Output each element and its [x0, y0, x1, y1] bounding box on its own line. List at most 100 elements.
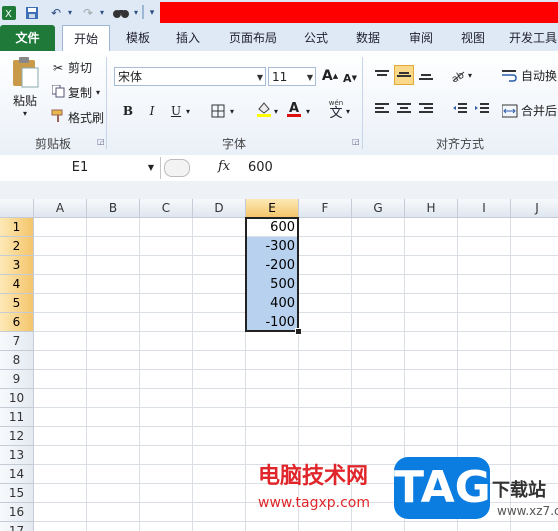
paste-dropdown-icon[interactable]: ▾ [23, 109, 27, 118]
cut-button[interactable]: ✂ 剪切 [50, 59, 92, 76]
cell-e8[interactable] [246, 351, 299, 370]
formula-input[interactable]: 600 [248, 157, 548, 179]
align-right-button[interactable] [416, 99, 436, 119]
cell-j2[interactable] [511, 237, 558, 256]
cell-h3[interactable] [405, 256, 458, 275]
cell-a4[interactable] [34, 275, 87, 294]
cell-c3[interactable] [140, 256, 193, 275]
copy-dropdown-icon[interactable]: ▾ [96, 88, 100, 97]
cell-j1[interactable] [511, 218, 558, 237]
cell-c13[interactable] [140, 446, 193, 465]
borders-dropdown-icon[interactable]: ▾ [230, 107, 234, 116]
tab-insert[interactable]: 插入 [168, 25, 208, 51]
cell-b6[interactable] [87, 313, 140, 332]
tab-view[interactable]: 视图 [453, 25, 493, 51]
clipboard-launcher-icon[interactable]: ◲ [97, 137, 105, 146]
redo-icon[interactable]: ↷ [80, 4, 96, 21]
cell-b7[interactable] [87, 332, 140, 351]
cell-i10[interactable] [458, 389, 511, 408]
cell-d4[interactable] [193, 275, 246, 294]
cell-b5[interactable] [87, 294, 140, 313]
cell-g17[interactable] [352, 522, 405, 531]
customize-qat-icon[interactable]: ▾ [147, 4, 157, 21]
cell-b1[interactable] [87, 218, 140, 237]
cell-d13[interactable] [193, 446, 246, 465]
cell-value-e1[interactable]: 600 [246, 218, 298, 237]
phonetic-button[interactable]: wén 文 [326, 97, 346, 123]
cell-c16[interactable] [140, 503, 193, 522]
increase-indent-button[interactable] [472, 99, 492, 119]
cell-c5[interactable] [140, 294, 193, 313]
wrap-text-button[interactable]: 自动换 [502, 67, 557, 84]
save-icon[interactable] [24, 4, 40, 21]
cell-c11[interactable] [140, 408, 193, 427]
cell-d2[interactable] [193, 237, 246, 256]
cell-c1[interactable] [140, 218, 193, 237]
cell-h8[interactable] [405, 351, 458, 370]
cell-b15[interactable] [87, 484, 140, 503]
cell-j5[interactable] [511, 294, 558, 313]
cell-j12[interactable] [511, 427, 558, 446]
fill-color-dropdown-icon[interactable]: ▾ [274, 107, 278, 116]
cell-d5[interactable] [193, 294, 246, 313]
cell-d15[interactable] [193, 484, 246, 503]
cell-g11[interactable] [352, 408, 405, 427]
cell-g5[interactable] [352, 294, 405, 313]
column-header-f[interactable]: F [299, 199, 352, 218]
row-header-12[interactable]: 12 [0, 427, 34, 446]
cell-i12[interactable] [458, 427, 511, 446]
align-center-button[interactable] [394, 99, 414, 119]
cell-d16[interactable] [193, 503, 246, 522]
cell-c10[interactable] [140, 389, 193, 408]
cell-e9[interactable] [246, 370, 299, 389]
cell-value-e4[interactable]: 500 [246, 275, 298, 294]
row-header-7[interactable]: 7 [0, 332, 34, 351]
cell-d14[interactable] [193, 465, 246, 484]
column-header-e[interactable]: E [246, 199, 299, 218]
underline-button[interactable]: U [166, 101, 186, 121]
cell-h11[interactable] [405, 408, 458, 427]
cell-h10[interactable] [405, 389, 458, 408]
cell-i11[interactable] [458, 408, 511, 427]
bold-button[interactable]: B [118, 101, 138, 121]
row-header-17[interactable]: 17 [0, 522, 34, 531]
cell-b11[interactable] [87, 408, 140, 427]
cell-c9[interactable] [140, 370, 193, 389]
paste-button[interactable]: 粘贴 ▾ [8, 56, 42, 118]
font-color-button[interactable]: A [284, 99, 304, 119]
cell-d10[interactable] [193, 389, 246, 408]
cell-d7[interactable] [193, 332, 246, 351]
cell-a7[interactable] [34, 332, 87, 351]
column-header-a[interactable]: A [34, 199, 87, 218]
orientation-button[interactable]: ab [448, 65, 468, 85]
cell-i4[interactable] [458, 275, 511, 294]
cell-f5[interactable] [299, 294, 352, 313]
cell-j11[interactable] [511, 408, 558, 427]
cell-b4[interactable] [87, 275, 140, 294]
cell-j6[interactable] [511, 313, 558, 332]
column-header-g[interactable]: G [352, 199, 405, 218]
cell-e17[interactable] [246, 522, 299, 531]
cell-d3[interactable] [193, 256, 246, 275]
cell-f2[interactable] [299, 237, 352, 256]
font-size-combo[interactable]: 11 ▼ [268, 67, 316, 86]
cell-g6[interactable] [352, 313, 405, 332]
select-all-corner[interactable] [0, 199, 34, 218]
cell-g4[interactable] [352, 275, 405, 294]
cell-f1[interactable] [299, 218, 352, 237]
align-left-button[interactable] [372, 99, 392, 119]
name-box-dropdown-icon[interactable]: ▼ [148, 157, 154, 179]
find-dropdown-icon[interactable]: ▾ [132, 4, 140, 21]
cell-e11[interactable] [246, 408, 299, 427]
align-middle-button[interactable] [394, 65, 414, 85]
cell-a11[interactable] [34, 408, 87, 427]
row-header-1[interactable]: 1 [0, 218, 34, 237]
shrink-font-button[interactable]: A ▼ [340, 68, 360, 88]
cell-f6[interactable] [299, 313, 352, 332]
cell-h9[interactable] [405, 370, 458, 389]
cell-f3[interactable] [299, 256, 352, 275]
cell-g8[interactable] [352, 351, 405, 370]
font-name-combo[interactable]: 宋体 ▼ [114, 67, 266, 86]
row-header-3[interactable]: 3 [0, 256, 34, 275]
cell-i3[interactable] [458, 256, 511, 275]
